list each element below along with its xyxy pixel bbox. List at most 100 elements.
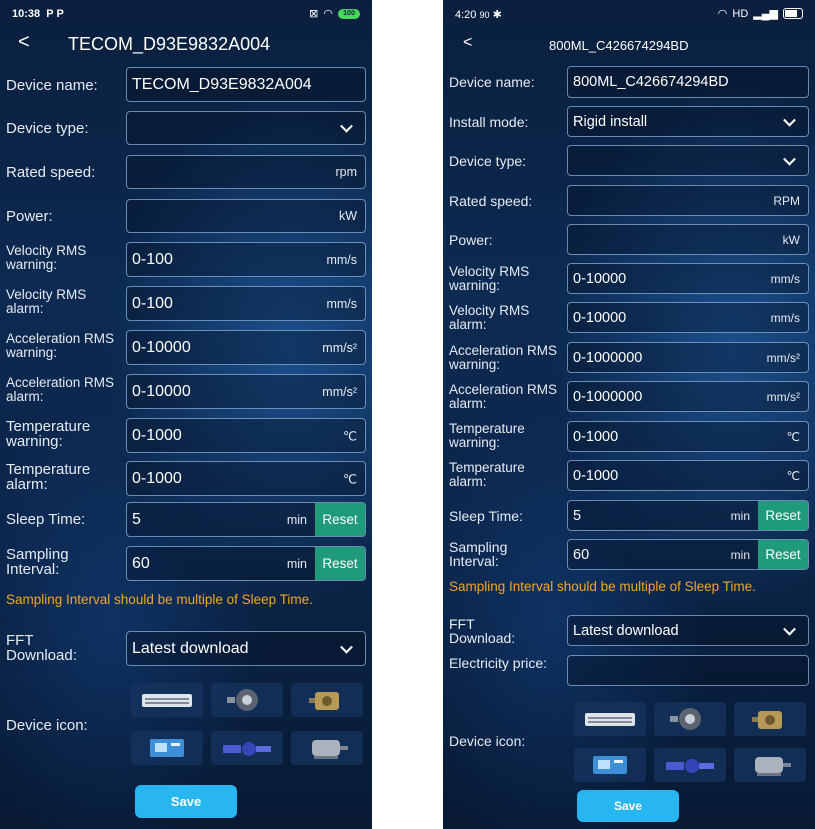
velocity-warning-value: 0-100 (132, 250, 173, 268)
sampling-hint: Sampling Interval should be multiple of … (6, 592, 313, 607)
accel-alarm-value: 0-10000 (132, 382, 191, 400)
accel-warning-label: Acceleration RMS warning: (449, 343, 558, 372)
sampling-label: Sampling Interval: (449, 539, 508, 569)
device-type-select[interactable] (567, 145, 809, 176)
temp-warning-unit: ℃ (342, 429, 357, 443)
temp-warning-input[interactable]: 0-1000 ℃ (567, 421, 809, 452)
temp-warning-label: Temperature warning: (449, 421, 525, 450)
gearbox-icon[interactable] (291, 683, 363, 717)
accel-alarm-input[interactable]: 0-10000 mm/s² (126, 374, 366, 409)
device-type-row: Device type: (443, 145, 815, 177)
temp-alarm-input[interactable]: 0-1000 ℃ (567, 460, 809, 491)
fft-select[interactable]: Latest download (567, 615, 809, 646)
status-time: 4:20 90 ✱ (455, 9, 502, 21)
velocity-alarm-unit: mm/s (770, 310, 800, 325)
velocity-alarm-input[interactable]: 0-10000 mm/s (567, 302, 809, 333)
cnc-machine-icon[interactable] (574, 748, 646, 782)
accel-warning-unit: mm/s² (322, 340, 357, 355)
fft-select[interactable]: Latest download (126, 631, 366, 666)
chevron-down-icon (783, 152, 796, 166)
velocity-warning-row: Velocity RMS warning: 0-100 mm/s (0, 242, 372, 278)
velocity-alarm-label: Velocity RMS alarm: (449, 303, 530, 332)
save-button[interactable]: Save (577, 790, 679, 822)
electric-motor-icon[interactable] (734, 748, 806, 782)
fft-label: FFT Download: (6, 632, 77, 664)
pump-icon[interactable] (654, 748, 726, 782)
sampling-input[interactable]: 60 min Reset (567, 539, 809, 570)
power-input[interactable]: kW (567, 224, 809, 255)
temp-warning-value: 0-1000 (132, 426, 182, 444)
sleep-time-reset-button[interactable]: Reset (315, 503, 365, 536)
fan-motor-icon[interactable] (211, 683, 283, 717)
sleep-time-unit: min (730, 508, 750, 523)
rated-speed-unit: RPM (773, 193, 800, 208)
velocity-warning-input[interactable]: 0-10000 mm/s (567, 263, 809, 294)
wifi-icon: ◠ (323, 8, 333, 20)
temp-warning-label: Temperature warning: (6, 418, 91, 450)
accel-alarm-row: Acceleration RMS alarm: 0-1000000 mm/s² (443, 381, 815, 413)
accel-alarm-input[interactable]: 0-1000000 mm/s² (567, 381, 809, 412)
cnc-machine-icon[interactable] (131, 731, 203, 765)
air-conditioner-icon[interactable] (574, 702, 646, 736)
gearbox-icon[interactable] (734, 702, 806, 736)
status-time: 10:38 P P (12, 8, 64, 20)
back-icon[interactable]: < (18, 31, 30, 54)
pump-icon[interactable] (211, 731, 283, 765)
device-type-select[interactable] (126, 111, 366, 145)
electricity-input[interactable] (567, 655, 809, 686)
accel-alarm-unit: mm/s² (322, 384, 357, 399)
sleep-time-row: Sleep Time: 5 min Reset (443, 500, 815, 532)
velocity-alarm-input[interactable]: 0-100 mm/s (126, 286, 366, 321)
temp-alarm-unit: ℃ (786, 468, 800, 483)
sleep-time-value: 5 (573, 507, 582, 524)
accel-warning-input[interactable]: 0-1000000 mm/s² (567, 342, 809, 373)
power-row: Power: kW (443, 224, 815, 256)
rated-speed-row: Rated speed: RPM (443, 185, 815, 217)
device-type-row: Device type: (0, 111, 372, 145)
sampling-input[interactable]: 60 min Reset (126, 546, 366, 581)
rated-speed-input[interactable]: rpm (126, 155, 366, 189)
rated-speed-label: Rated speed: (6, 164, 96, 181)
velocity-alarm-label: Velocity RMS alarm: (6, 287, 87, 316)
back-icon[interactable]: < (463, 34, 472, 52)
temp-alarm-input[interactable]: 0-1000 ℃ (126, 461, 366, 496)
battery-icon (783, 8, 803, 19)
device-name-input[interactable]: TECOM_D93E9832A004 (126, 67, 366, 102)
status-bar: 4:20 90 ✱ ◠ HD ▂▄▆ (443, 0, 815, 26)
network-label: HD (732, 7, 749, 20)
sampling-unit: min (286, 556, 307, 571)
device-icon-label: Device icon: (6, 717, 88, 734)
device-type-label: Device type: (449, 153, 527, 169)
battery-icon: 100 (338, 8, 360, 19)
sampling-reset-button[interactable]: Reset (758, 540, 808, 569)
device-name-row: Device name: TECOM_D93E9832A004 (0, 67, 372, 103)
fft-value: Latest download (132, 639, 249, 657)
device-name-input[interactable]: 800ML_C426674294BD (567, 66, 809, 98)
sampling-row: Sampling Interval: 60 min Reset (0, 546, 372, 582)
sampling-reset-button[interactable]: Reset (315, 547, 365, 580)
velocity-warning-input[interactable]: 0-100 mm/s (126, 242, 366, 277)
save-button[interactable]: Save (135, 785, 237, 818)
rated-speed-label: Rated speed: (449, 193, 533, 209)
accel-warning-input[interactable]: 0-10000 mm/s² (126, 330, 366, 365)
rated-speed-input[interactable]: RPM (567, 185, 809, 216)
temp-alarm-value: 0-1000 (132, 469, 182, 487)
device-name-label: Device name: (6, 77, 98, 94)
temp-warning-value: 0-1000 (573, 428, 619, 445)
electric-motor-icon[interactable] (291, 731, 363, 765)
temp-alarm-row: Temperature alarm: 0-1000 ℃ (443, 460, 815, 492)
sleep-time-input[interactable]: 5 min Reset (567, 500, 809, 531)
temp-alarm-unit: ℃ (342, 472, 357, 486)
sleep-time-input[interactable]: 5 min Reset (126, 502, 366, 537)
power-input[interactable]: kW (126, 199, 366, 233)
install-mode-select[interactable]: Rigid install (567, 106, 809, 137)
temp-warning-input[interactable]: 0-1000 ℃ (126, 418, 366, 453)
velocity-alarm-value: 0-100 (132, 294, 173, 312)
accel-alarm-row: Acceleration RMS alarm: 0-10000 mm/s² (0, 374, 372, 410)
app-header: < TECOM_D93E9832A004 (0, 30, 372, 60)
temp-alarm-label: Temperature alarm: (6, 461, 91, 493)
fan-motor-icon[interactable] (654, 702, 726, 736)
sleep-time-reset-button[interactable]: Reset (758, 501, 808, 530)
fft-row: FFT Download: Latest download (0, 631, 372, 667)
air-conditioner-icon[interactable] (131, 683, 203, 717)
